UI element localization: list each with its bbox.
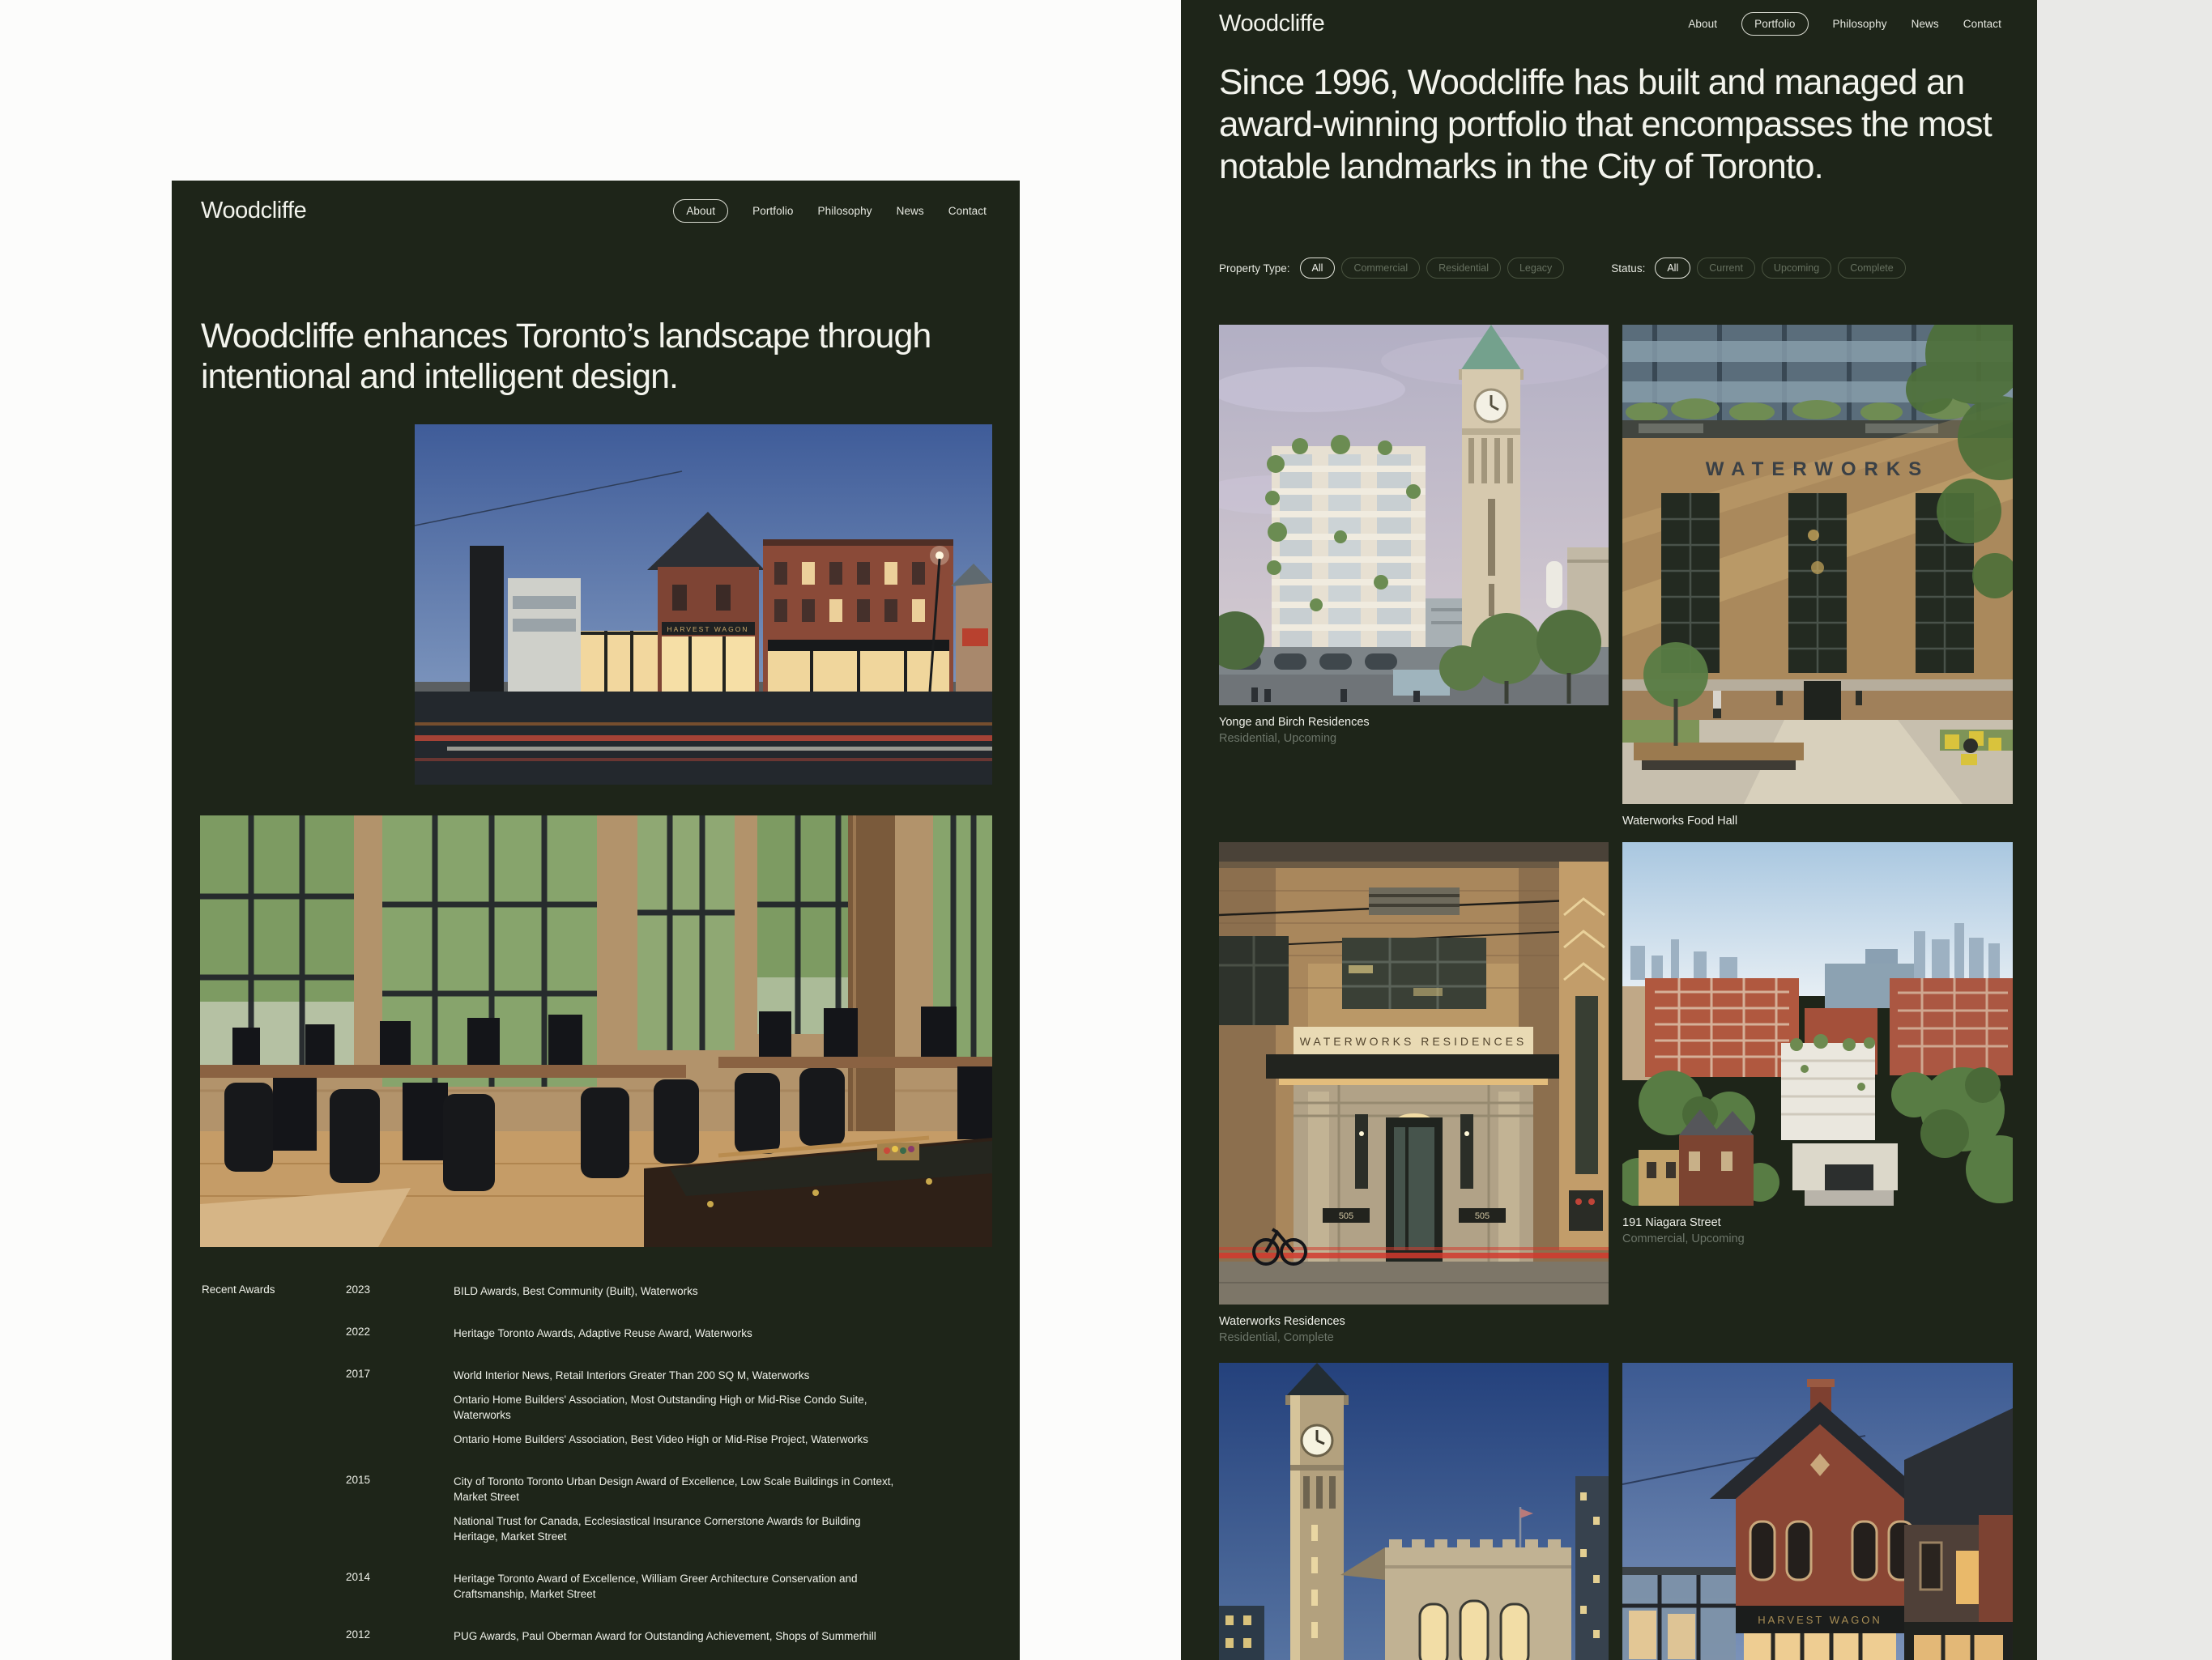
page-canvas: Woodcliffe About Portfolio Philosophy Ne… [0,0,2212,1660]
project-meta: Commercial, Upcoming [1622,1232,2013,1245]
filter-status-current[interactable]: Current [1697,258,1755,279]
project-card-clock-tower[interactable] [1219,1363,1609,1660]
project-image-191-niagara[interactable] [1622,842,2013,1206]
award-year: 2022 [346,1326,454,1341]
filter-property-commercial[interactable]: Commercial [1341,258,1420,279]
project-title[interactable]: Yonge and Birch Residences [1219,716,1609,729]
waterworks-residences-illustration: WATERWORKS RESIDENCES [1219,842,1609,1305]
portfolio-filters: Property Type: All Commercial Residentia… [1219,258,1912,279]
award-group-2023: 2023 BILD Awards, Best Community (Built)… [346,1283,987,1299]
nav-item-portfolio[interactable]: Portfolio [1741,12,1808,36]
about-headline: Woodcliffe enhances Toronto’s landscape … [201,316,954,397]
street-number-plaque-right: 505 [1475,1211,1490,1221]
about-page-screenshot: Woodcliffe About Portfolio Philosophy Ne… [172,181,1020,1660]
award-year: 2017 [346,1368,454,1447]
filter-status-all[interactable]: All [1655,258,1690,279]
filter-property-legacy[interactable]: Legacy [1507,258,1564,279]
awards-list: 2023 BILD Awards, Best Community (Built)… [346,1283,987,1660]
project-image-waterworks-food-hall[interactable]: WATERWORKS [1622,325,2013,804]
award-item: Ontario Home Builders' Association, Most… [454,1392,907,1423]
logo-wordmark[interactable]: Woodcliffe [201,198,306,224]
award-group-2017: 2017 World Interior News, Retail Interio… [346,1368,987,1447]
award-item: Ontario Home Builders' Association, Best… [454,1432,907,1447]
nav-item-philosophy[interactable]: Philosophy [818,205,872,217]
summerhill-dusk-illustration: HARVEST WAGON [1622,1363,2013,1660]
waterworks-residences-sign: WATERWORKS RESIDENCES [1300,1035,1528,1048]
award-group-2022: 2022 Heritage Toronto Awards, Adaptive R… [346,1326,987,1341]
nav-item-contact[interactable]: Contact [948,205,987,217]
nav-item-about[interactable]: About [1688,18,1717,30]
award-year: 2014 [346,1571,454,1602]
project-card-yonge-and-birch[interactable]: Yonge and Birch Residences Residential, … [1219,325,1609,745]
right-margin-area [2037,0,2212,1660]
project-meta: Residential, Complete [1219,1331,1609,1344]
award-group-2014: 2014 Heritage Toronto Award of Excellenc… [346,1571,987,1602]
award-item: Heritage Toronto Award of Excellence, Wi… [454,1571,907,1602]
status-filter-label: Status: [1611,262,1645,275]
project-image-summerhill-shops[interactable]: HARVEST WAGON [1622,1363,2013,1660]
project-title[interactable]: 191 Niagara Street [1622,1216,2013,1229]
waterworks-sign: WATERWORKS [1706,458,1929,480]
award-item: National Trust for Canada, Ecclesiastica… [454,1513,907,1544]
project-card-waterworks-food-hall[interactable]: WATERWORKS [1622,325,2013,828]
filter-status-complete[interactable]: Complete [1838,258,1906,279]
nav-item-philosophy[interactable]: Philosophy [1833,18,1887,30]
about-photo-office-interior [200,815,992,1247]
street-number-plaque-left: 505 [1339,1211,1353,1221]
about-nav: About Portfolio Philosophy News Contact [673,199,987,223]
award-group-2015: 2015 City of Toronto Toronto Urban Desig… [346,1474,987,1544]
filter-status-upcoming[interactable]: Upcoming [1762,258,1831,279]
portfolio-page-screenshot: Woodcliffe About Portfolio Philosophy Ne… [1181,0,2037,1660]
project-card-191-niagara[interactable]: 191 Niagara Street Commercial, Upcoming [1622,842,2013,1245]
award-year: 2023 [346,1283,454,1299]
nav-item-news[interactable]: News [1912,18,1939,30]
street-dusk-illustration: HARVEST WAGON [415,424,992,785]
filter-property-residential[interactable]: Residential [1426,258,1501,279]
award-item: City of Toronto Toronto Urban Design Awa… [454,1474,907,1505]
harvest-wagon-storefront-sign: HARVEST WAGON [1758,1614,1882,1626]
nav-item-about[interactable]: About [673,199,728,223]
clock-tower-dusk-illustration [1219,1363,1609,1660]
logo-wordmark[interactable]: Woodcliffe [1219,11,1324,37]
project-title[interactable]: Waterworks Residences [1219,1315,1609,1328]
project-image-waterworks-residences[interactable]: WATERWORKS RESIDENCES [1219,842,1609,1305]
portfolio-nav: About Portfolio Philosophy News Contact [1688,12,2001,36]
award-item: PUG Awards, Paul Oberman Award for Outst… [454,1628,876,1644]
project-image-clock-tower[interactable] [1219,1363,1609,1660]
office-interior-illustration [200,815,992,1247]
portfolio-headline: Since 1996, Woodcliffe has built and man… [1219,62,2017,188]
portfolio-header: Woodcliffe About Portfolio Philosophy Ne… [1219,10,2001,37]
harvest-wagon-sign: HARVEST WAGON [667,625,749,633]
award-item: World Interior News, Retail Interiors Gr… [454,1368,907,1383]
project-card-waterworks-residences[interactable]: WATERWORKS RESIDENCES [1219,842,1609,1344]
food-hall-illustration: WATERWORKS [1622,325,2013,804]
project-meta: Residential, Upcoming [1219,732,1609,745]
award-year: 2015 [346,1474,454,1544]
about-photo-street-dusk: HARVEST WAGON [415,424,992,785]
niagara-aerial-illustration [1622,842,2013,1206]
award-group-2012: 2012 PUG Awards, Paul Oberman Award for … [346,1628,987,1644]
property-type-filter-label: Property Type: [1219,262,1290,275]
award-item: Heritage Toronto Awards, Adaptive Reuse … [454,1326,752,1341]
award-year: 2012 [346,1628,454,1644]
recent-awards-section: Recent Awards 2023 BILD Awards, Best Com… [202,1283,987,1660]
awards-label: Recent Awards [202,1283,346,1660]
nav-item-news[interactable]: News [897,205,924,217]
award-item: BILD Awards, Best Community (Built), Wat… [454,1283,698,1299]
nav-item-portfolio[interactable]: Portfolio [752,205,793,217]
project-image-yonge-and-birch[interactable] [1219,325,1609,705]
nav-item-contact[interactable]: Contact [1963,18,2001,30]
filter-property-all[interactable]: All [1300,258,1336,279]
project-title[interactable]: Waterworks Food Hall [1622,815,2013,828]
project-card-summerhill-shops[interactable]: HARVEST WAGON [1622,1363,2013,1660]
yonge-birch-illustration [1219,325,1609,705]
about-header: Woodcliffe About Portfolio Philosophy Ne… [201,197,987,224]
